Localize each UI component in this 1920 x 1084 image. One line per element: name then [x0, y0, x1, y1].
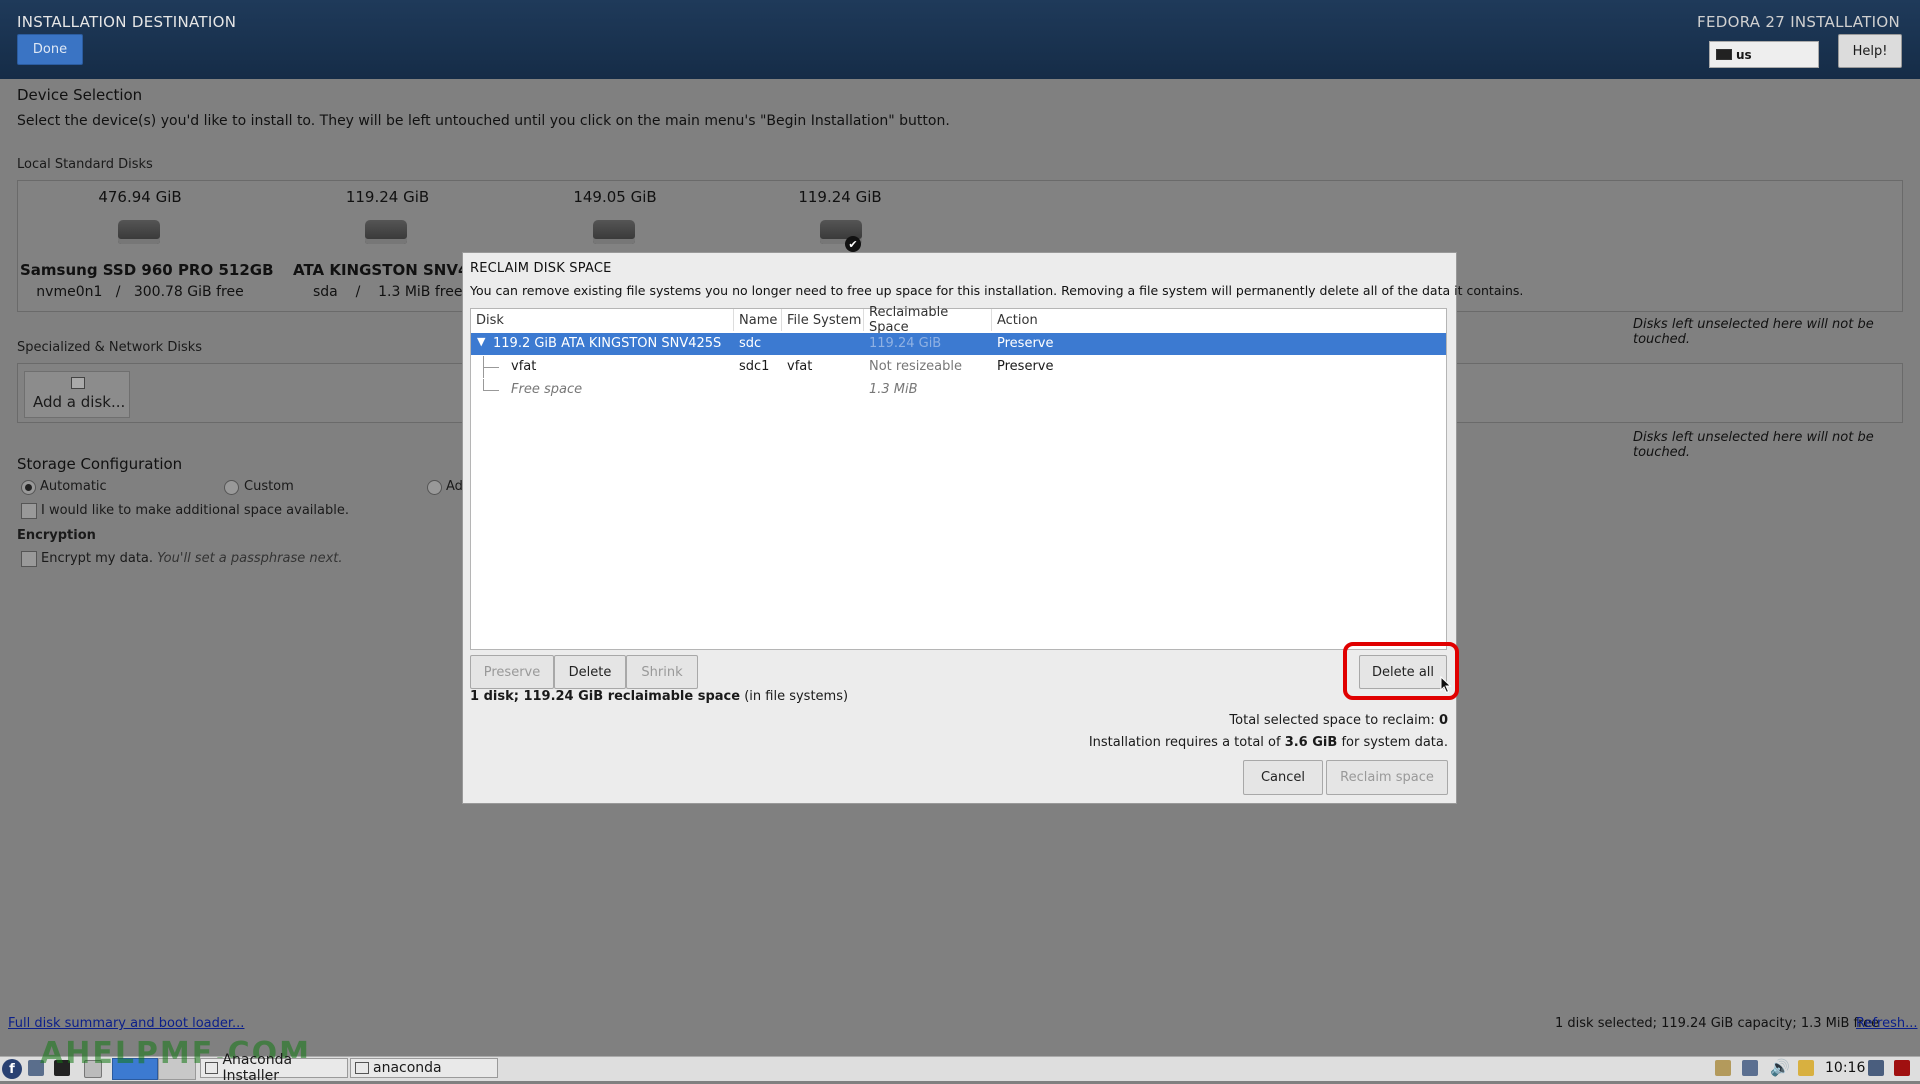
- done-button[interactable]: Done: [17, 34, 83, 65]
- task-label: Anaconda Installer: [222, 1052, 293, 1084]
- help-button[interactable]: Help!: [1838, 34, 1902, 68]
- delete-button[interactable]: Delete: [554, 655, 626, 689]
- product-title: FEDORA 27 INSTALLATION: [1697, 13, 1900, 31]
- encrypt-label: Encrypt my data. You'll set a passphrase…: [41, 551, 343, 566]
- column-header-file-system[interactable]: File System: [782, 309, 864, 331]
- update-icon[interactable]: [1798, 1060, 1814, 1076]
- shrink-button[interactable]: Shrink: [626, 655, 698, 689]
- column-header-name[interactable]: Name: [734, 309, 782, 331]
- additional-space-checkbox[interactable]: [21, 503, 37, 519]
- device-selection-heading: Device Selection: [17, 86, 143, 104]
- delete-all-button[interactable]: Delete all: [1359, 655, 1447, 689]
- untouched-note: Disks left unselected here will not be t…: [1633, 317, 1874, 347]
- row-reclaimable: 119.24 GiB: [869, 336, 942, 351]
- row-disk: vfat: [511, 359, 537, 374]
- mouse-cursor-icon: [1440, 676, 1452, 694]
- disk-tree-view[interactable]: Disk Name File System Reclaimable Space …: [470, 305, 1447, 650]
- custom-label: Custom: [244, 479, 294, 494]
- row-action: Preserve: [997, 336, 1054, 351]
- specialized-disks-heading: Specialized & Network Disks: [17, 340, 203, 355]
- expander-down-icon[interactable]: ▼: [477, 335, 485, 348]
- dialog-title: RECLAIM DISK SPACE: [470, 261, 612, 276]
- disk-selection-status: 1 disk selected; 119.24 GiB capacity; 1.…: [1555, 1016, 1880, 1031]
- disk-details: sda / 1.3 MiB free: [313, 284, 463, 300]
- additional-space-label: I would like to make additional space av…: [41, 503, 349, 518]
- disk-capacity: 476.94 GiB: [98, 188, 182, 206]
- refresh-link[interactable]: Refresh...: [1856, 1016, 1918, 1031]
- reclaim-space-button[interactable]: Reclaim space: [1326, 760, 1448, 795]
- disk-capacity: 119.24 GiB: [798, 188, 882, 206]
- advanced-radio[interactable]: [427, 480, 442, 495]
- row-reclaimable: 1.3 MiB: [869, 382, 918, 397]
- volume-icon[interactable]: 🔊: [1770, 1058, 1790, 1077]
- row-name: sdc1: [739, 359, 770, 374]
- advanced-label: Ad: [446, 479, 463, 494]
- untouched-note: Disks left unselected here will not be t…: [1633, 430, 1874, 460]
- hard-disk-icon[interactable]: [365, 220, 407, 244]
- column-header-disk[interactable]: Disk: [471, 309, 734, 331]
- power-icon[interactable]: [1894, 1060, 1910, 1076]
- row-action: Preserve: [997, 359, 1054, 374]
- column-header-action[interactable]: Action: [992, 309, 1446, 331]
- tree-line: [483, 379, 484, 390]
- encryption-heading: Encryption: [17, 528, 96, 543]
- cancel-button[interactable]: Cancel: [1243, 760, 1323, 795]
- automatic-radio[interactable]: [21, 480, 36, 495]
- network-icon[interactable]: [1742, 1060, 1758, 1076]
- custom-radio[interactable]: [224, 480, 239, 495]
- dialog-description: You can remove existing file systems you…: [470, 283, 1524, 298]
- tree-line: [483, 367, 499, 368]
- preserve-button[interactable]: Preserve: [470, 655, 554, 689]
- total-selected-reclaim: Total selected space to reclaim: 0: [1229, 713, 1448, 728]
- add-disk-button[interactable]: Add a disk...: [24, 371, 130, 418]
- reclaim-disk-space-dialog: RECLAIM DISK SPACE You can remove existi…: [462, 252, 1523, 804]
- disk-capacity: 149.05 GiB: [573, 188, 657, 206]
- local-disks-heading: Local Standard Disks: [17, 157, 153, 172]
- taskbar-item-anaconda-installer[interactable]: Anaconda Installer: [200, 1052, 348, 1084]
- disk-capacity: 119.24 GiB: [345, 188, 430, 206]
- column-header-reclaimable-space[interactable]: Reclaimable Space: [864, 305, 992, 335]
- full-disk-summary-link[interactable]: Full disk summary and boot loader...: [8, 1016, 244, 1031]
- fedora-logo-icon[interactable]: f: [2, 1059, 22, 1079]
- clock[interactable]: 10:16: [1825, 1060, 1865, 1076]
- tree-line: [483, 390, 499, 391]
- storage-configuration-heading: Storage Configuration: [17, 455, 183, 473]
- installation-requirement: Installation requires a total of 3.6 GiB…: [1088, 735, 1448, 750]
- hard-disk-icon[interactable]: [593, 220, 635, 244]
- disk-name: ATA KINGSTON SNV42: [293, 261, 463, 279]
- add-disk-label: Add a disk...: [33, 393, 126, 411]
- disk-name: Samsung SSD 960 PRO 512GB: [20, 261, 274, 279]
- task-label: anaconda: [373, 1060, 442, 1076]
- table-row[interactable]: vfat sdc1 vfat Not resizeable Preserve: [471, 356, 1446, 378]
- row-name: sdc: [739, 336, 762, 351]
- keyboard-icon: [1716, 49, 1732, 60]
- disk-details: nvme0n1 / 300.78 GiB free: [36, 284, 244, 300]
- reclaimable-summary: 1 disk; 119.24 GiB reclaimable space (in…: [470, 689, 849, 704]
- keyboard-layout-label: us: [1736, 47, 1752, 62]
- window-icon: [355, 1062, 369, 1074]
- row-disk: Free space: [511, 382, 583, 397]
- clipboard-icon[interactable]: [1715, 1060, 1731, 1076]
- row-file-system: vfat: [787, 359, 813, 374]
- display-icon[interactable]: [1868, 1060, 1884, 1076]
- automatic-label: Automatic: [40, 479, 107, 494]
- keyboard-layout-indicator[interactable]: us: [1709, 41, 1819, 68]
- encrypt-checkbox[interactable]: [21, 551, 37, 567]
- row-disk: 119.2 GiB ATA KINGSTON SNV425S: [493, 336, 722, 351]
- device-selection-description: Select the device(s) you'd like to insta…: [17, 113, 950, 129]
- page-title: INSTALLATION DESTINATION: [17, 13, 237, 31]
- row-reclaimable: Not resizeable: [869, 359, 962, 374]
- add-disk-icon: [71, 377, 85, 389]
- hard-disk-icon[interactable]: [118, 220, 160, 244]
- window-icon: [205, 1062, 219, 1074]
- taskbar-item-anaconda[interactable]: anaconda: [350, 1058, 498, 1078]
- table-row[interactable]: Free space 1.3 MiB: [471, 379, 1446, 401]
- selected-check-icon: ✔: [845, 236, 861, 252]
- table-row[interactable]: ▼ 119.2 GiB ATA KINGSTON SNV425S sdc 119…: [471, 333, 1446, 355]
- header-bar: [0, 0, 1920, 79]
